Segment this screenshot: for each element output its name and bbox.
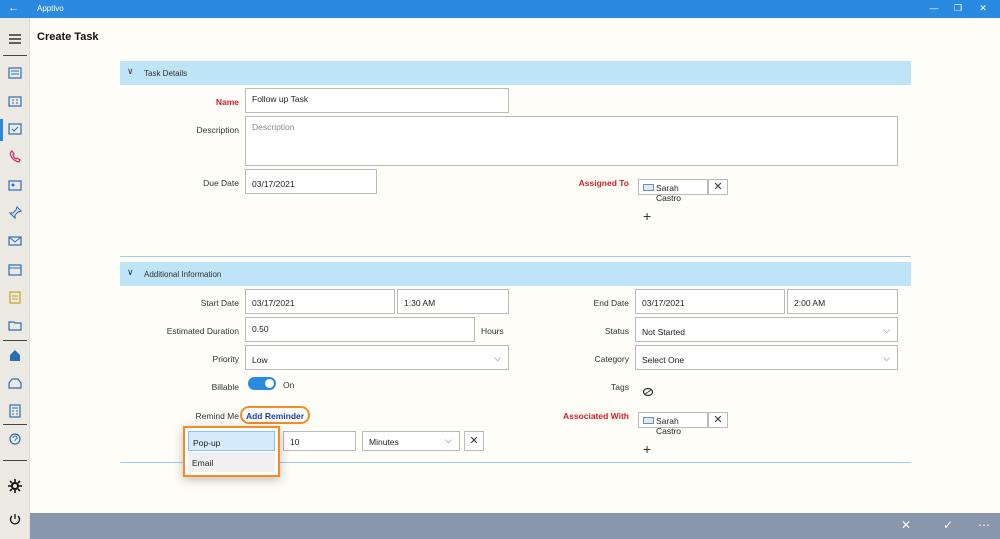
description-label: Description: [196, 125, 239, 135]
start-date-input[interactable]: 03/17/2021: [245, 289, 395, 314]
end-time-input[interactable]: 2:00 AM: [787, 289, 898, 314]
category-label: Category: [594, 354, 630, 364]
menu-icon[interactable]: [8, 32, 22, 46]
close-window-button[interactable]: ✕: [977, 3, 989, 14]
sidebar: [0, 18, 30, 539]
chevron-down-icon: ⌵: [445, 435, 452, 445]
chevron-down-icon[interactable]: ∨: [127, 267, 134, 278]
contact-card-icon: [643, 184, 654, 191]
toggle-knob: [265, 379, 274, 388]
billable-label: Billable: [211, 382, 239, 392]
reminder-unit-value: Minutes: [369, 437, 399, 447]
app-title: Apptivo: [37, 4, 64, 13]
folder-icon[interactable]: [8, 318, 22, 332]
section-title: Task Details: [144, 69, 188, 78]
dashboard-icon[interactable]: [8, 66, 22, 80]
associated-with-chip[interactable]: Sarah Castro: [638, 412, 708, 436]
start-time-input[interactable]: 1:30 AM: [397, 289, 509, 314]
page-header: Create Task: [30, 18, 1000, 54]
sidebar-divider: [3, 55, 27, 56]
contact-card-icon: [643, 417, 654, 424]
inbox-icon[interactable]: [8, 376, 22, 390]
home-icon[interactable]: [8, 348, 22, 362]
back-button[interactable]: ←: [8, 2, 19, 14]
reminder-type-dropdown: Pop-up Email: [183, 426, 280, 477]
building-icon[interactable]: [8, 94, 22, 108]
section-divider: [120, 256, 911, 257]
title-bar: ← Apptivo — ❐ ✕: [0, 0, 1000, 18]
add-association-button[interactable]: +: [643, 441, 651, 457]
description-textarea[interactable]: Description: [245, 116, 898, 166]
bottom-app-bar: ✕ ✓ ⋯: [30, 513, 1000, 539]
start-date-label: Start Date: [200, 298, 239, 308]
chevron-down-icon: ⌵: [883, 353, 890, 363]
end-date-input[interactable]: 03/17/2021: [635, 289, 785, 314]
more-options-button[interactable]: ⋯: [978, 518, 990, 532]
note-icon[interactable]: [8, 290, 22, 304]
calculator-icon[interactable]: [8, 404, 22, 418]
estimated-duration-label: Estimated Duration: [166, 326, 239, 336]
mail-icon[interactable]: [8, 234, 22, 248]
status-value: Not Started: [642, 327, 685, 337]
section-task-details[interactable]: ∨ Task Details: [120, 61, 911, 85]
estimated-duration-input[interactable]: 0.50: [245, 317, 475, 342]
restore-button[interactable]: ❐: [952, 3, 964, 14]
chevron-down-icon: ⌵: [494, 353, 501, 363]
due-date-input[interactable]: 03/17/2021: [245, 169, 377, 194]
section-title: Additional Information: [144, 270, 222, 279]
priority-label: Priority: [212, 354, 239, 364]
category-value: Select One: [642, 355, 685, 365]
billable-toggle[interactable]: [248, 377, 276, 390]
task-icon[interactable]: [8, 122, 22, 136]
name-label: Name: [215, 97, 239, 107]
status-label: Status: [604, 326, 629, 336]
reminder-option-email[interactable]: Email: [188, 452, 275, 472]
priority-select[interactable]: Low ⌵: [245, 345, 509, 370]
assigned-to-chip[interactable]: Sarah Castro: [638, 179, 708, 203]
billable-state: On: [283, 380, 295, 390]
duration-unit-label: Hours: [481, 326, 504, 336]
status-select[interactable]: Not Started ⌵: [635, 317, 898, 342]
category-select[interactable]: Select One ⌵: [635, 345, 898, 370]
add-reminder-link[interactable]: Add Reminder: [240, 406, 310, 424]
power-icon[interactable]: [8, 512, 22, 526]
tag-icon[interactable]: [642, 386, 654, 398]
contact-card-icon[interactable]: [8, 178, 22, 192]
save-button[interactable]: ✓: [943, 518, 953, 532]
remove-assignee-button[interactable]: ✕: [708, 179, 728, 195]
associated-with-name: Sarah Castro: [656, 416, 682, 436]
end-date-label: End Date: [593, 298, 629, 308]
reminder-option-popup[interactable]: Pop-up: [188, 431, 275, 451]
active-indicator: [0, 119, 3, 141]
remind-me-label: Remind Me: [195, 411, 239, 421]
cancel-button[interactable]: ✕: [901, 518, 911, 532]
calendar-icon[interactable]: [8, 262, 22, 276]
pin-icon[interactable]: [8, 206, 22, 220]
minimize-button[interactable]: —: [928, 3, 940, 13]
reminder-amount-input[interactable]: 10: [283, 431, 356, 451]
associated-with-label: Associated With: [562, 411, 629, 421]
page-title: Create Task: [37, 31, 99, 43]
add-assignee-button[interactable]: +: [643, 208, 651, 224]
name-input[interactable]: Follow up Task: [245, 88, 509, 113]
priority-value: Low: [252, 355, 268, 365]
chevron-down-icon[interactable]: ∨: [127, 66, 134, 77]
section-additional-information[interactable]: ∨ Additional Information: [120, 262, 911, 286]
sidebar-divider: [3, 424, 27, 425]
assigned-to-label: Assigned To: [578, 178, 629, 188]
remove-reminder-button[interactable]: ✕: [464, 431, 484, 451]
due-date-label: Due Date: [203, 178, 239, 188]
chevron-down-icon: ⌵: [883, 325, 890, 335]
tags-label: Tags: [611, 382, 629, 392]
support-icon[interactable]: [8, 432, 22, 446]
sidebar-divider: [3, 460, 27, 461]
remove-association-button[interactable]: ✕: [708, 412, 728, 428]
assigned-to-name: Sarah Castro: [656, 183, 682, 203]
reminder-unit-select[interactable]: Minutes ⌵: [362, 431, 460, 451]
sidebar-divider: [3, 340, 27, 341]
call-icon[interactable]: [8, 150, 22, 164]
settings-icon[interactable]: [8, 479, 22, 493]
